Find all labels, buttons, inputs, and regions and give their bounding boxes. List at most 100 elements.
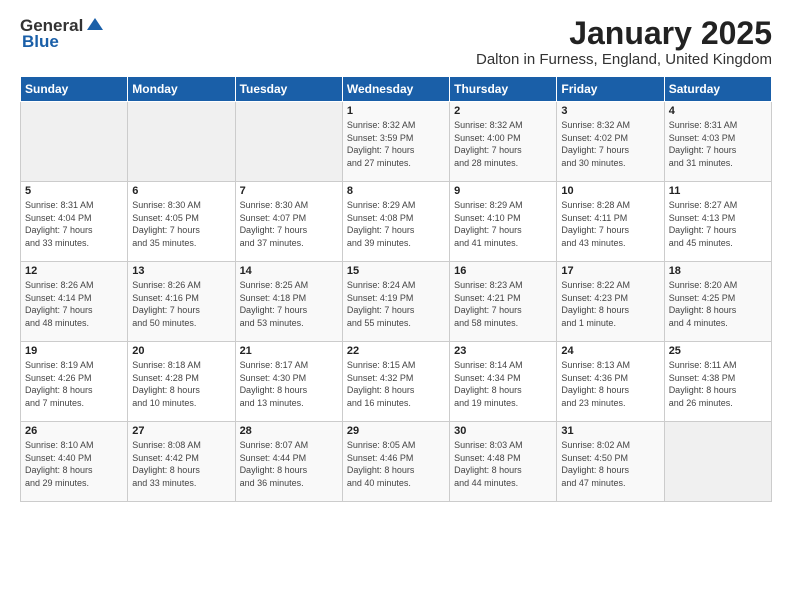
table-row: 14 Sunrise: 8:25 AM Sunset: 4:18 PM Dayli… — [235, 262, 342, 342]
table-row: 7 Sunrise: 8:30 AM Sunset: 4:07 PM Daylig… — [235, 182, 342, 262]
table-row — [235, 102, 342, 182]
day-info: Sunrise: 8:27 AM Sunset: 4:13 PM Dayligh… — [669, 199, 767, 249]
day-info: Sunrise: 8:23 AM Sunset: 4:21 PM Dayligh… — [454, 279, 552, 329]
day-number: 26 — [25, 425, 123, 437]
day-number: 21 — [240, 345, 338, 357]
table-row: 26 Sunrise: 8:10 AM Sunset: 4:40 PM Dayli… — [21, 422, 128, 502]
table-row: 5 Sunrise: 8:31 AM Sunset: 4:04 PM Daylig… — [21, 182, 128, 262]
day-number: 13 — [132, 265, 230, 277]
table-row: 28Sunrise: 8:07 AM Sunset: 4:44 PM Dayli… — [235, 422, 342, 502]
day-info: Sunrise: 8:31 AM Sunset: 4:03 PM Dayligh… — [669, 119, 767, 169]
table-row: 15 Sunrise: 8:24 AM Sunset: 4:19 PM Dayli… — [342, 262, 449, 342]
table-row: 8 Sunrise: 8:29 AM Sunset: 4:08 PM Daylig… — [342, 182, 449, 262]
day-number: 19 — [25, 345, 123, 357]
day-info: Sunrise: 8:26 AM Sunset: 4:16 PM Dayligh… — [132, 279, 230, 329]
day-number: 14 — [240, 265, 338, 277]
day-number: 15 — [347, 265, 445, 277]
day-info: Sunrise: 8:13 AM Sunset: 4:36 PM Dayligh… — [561, 359, 659, 409]
day-number: 4 — [669, 105, 767, 117]
calendar-week-row: 1Sunrise: 8:32 AM Sunset: 3:59 PM Daylig… — [21, 102, 772, 182]
day-number: 20 — [132, 345, 230, 357]
day-number: 24 — [561, 345, 659, 357]
table-row: 13 Sunrise: 8:26 AM Sunset: 4:16 PM Dayli… — [128, 262, 235, 342]
day-info: Sunrise: 8:15 AM Sunset: 4:32 PM Dayligh… — [347, 359, 445, 409]
header: General Blue January 2025 Dalton in Furn… — [20, 16, 772, 68]
day-info: Sunrise: 8:20 AM Sunset: 4:25 PM Dayligh… — [669, 279, 767, 329]
calendar-header-row: Sunday Monday Tuesday Wednesday Thursday… — [21, 77, 772, 102]
day-info: Sunrise: 8:29 AM Sunset: 4:08 PM Dayligh… — [347, 199, 445, 249]
table-row: 18 Sunrise: 8:20 AM Sunset: 4:25 PM Dayli… — [664, 262, 771, 342]
day-info: Sunrise: 8:30 AM Sunset: 4:07 PM Dayligh… — [240, 199, 338, 249]
day-info: Sunrise: 8:32 AM Sunset: 4:02 PM Dayligh… — [561, 119, 659, 169]
calendar-week-row: 12 Sunrise: 8:26 AM Sunset: 4:14 PM Dayli… — [21, 262, 772, 342]
table-row: 24 Sunrise: 8:13 AM Sunset: 4:36 PM Dayli… — [557, 342, 664, 422]
calendar-table: Sunday Monday Tuesday Wednesday Thursday… — [20, 76, 772, 502]
calendar-week-row: 19 Sunrise: 8:19 AM Sunset: 4:26 PM Dayli… — [21, 342, 772, 422]
day-info: Sunrise: 8:32 AM Sunset: 4:00 PM Dayligh… — [454, 119, 552, 169]
calendar-week-row: 26 Sunrise: 8:10 AM Sunset: 4:40 PM Dayli… — [21, 422, 772, 502]
header-monday: Monday — [128, 77, 235, 102]
table-row — [128, 102, 235, 182]
day-info: Sunrise: 8:05 AM Sunset: 4:46 PM Dayligh… — [347, 439, 445, 489]
day-number: 30 — [454, 425, 552, 437]
day-number: 10 — [561, 185, 659, 197]
day-info: Sunrise: 8:22 AM Sunset: 4:23 PM Dayligh… — [561, 279, 659, 329]
day-info: Sunrise: 8:29 AM Sunset: 4:10 PM Dayligh… — [454, 199, 552, 249]
day-number: 27 — [132, 425, 230, 437]
table-row: 3 Sunrise: 8:32 AM Sunset: 4:02 PM Daylig… — [557, 102, 664, 182]
day-number: 7 — [240, 185, 338, 197]
day-info: Sunrise: 8:08 AM Sunset: 4:42 PM Dayligh… — [132, 439, 230, 489]
day-number: 6 — [132, 185, 230, 197]
table-row — [664, 422, 771, 502]
header-thursday: Thursday — [450, 77, 557, 102]
day-info: Sunrise: 8:24 AM Sunset: 4:19 PM Dayligh… — [347, 279, 445, 329]
table-row: 12 Sunrise: 8:26 AM Sunset: 4:14 PM Dayli… — [21, 262, 128, 342]
day-info: Sunrise: 8:30 AM Sunset: 4:05 PM Dayligh… — [132, 199, 230, 249]
day-number: 31 — [561, 425, 659, 437]
day-info: Sunrise: 8:25 AM Sunset: 4:18 PM Dayligh… — [240, 279, 338, 329]
day-info: Sunrise: 8:18 AM Sunset: 4:28 PM Dayligh… — [132, 359, 230, 409]
page: General Blue January 2025 Dalton in Furn… — [0, 0, 792, 612]
day-number: 3 — [561, 105, 659, 117]
table-row: 19 Sunrise: 8:19 AM Sunset: 4:26 PM Dayli… — [21, 342, 128, 422]
day-number: 22 — [347, 345, 445, 357]
day-number: 12 — [25, 265, 123, 277]
day-number: 5 — [25, 185, 123, 197]
day-number: 25 — [669, 345, 767, 357]
table-row: 1Sunrise: 8:32 AM Sunset: 3:59 PM Daylig… — [342, 102, 449, 182]
table-row: 29 Sunrise: 8:05 AM Sunset: 4:46 PM Dayli… — [342, 422, 449, 502]
day-info: Sunrise: 8:32 AM Sunset: 3:59 PM Dayligh… — [347, 119, 445, 169]
logo-blue-text: Blue — [22, 32, 59, 52]
day-number: 2 — [454, 105, 552, 117]
day-number: 29 — [347, 425, 445, 437]
day-info: Sunrise: 8:19 AM Sunset: 4:26 PM Dayligh… — [25, 359, 123, 409]
day-info: Sunrise: 8:10 AM Sunset: 4:40 PM Dayligh… — [25, 439, 123, 489]
table-row — [21, 102, 128, 182]
day-info: Sunrise: 8:11 AM Sunset: 4:38 PM Dayligh… — [669, 359, 767, 409]
day-info: Sunrise: 8:17 AM Sunset: 4:30 PM Dayligh… — [240, 359, 338, 409]
header-wednesday: Wednesday — [342, 77, 449, 102]
table-row: 11 Sunrise: 8:27 AM Sunset: 4:13 PM Dayli… — [664, 182, 771, 262]
day-info: Sunrise: 8:26 AM Sunset: 4:14 PM Dayligh… — [25, 279, 123, 329]
day-number: 9 — [454, 185, 552, 197]
page-title: January 2025 — [476, 16, 772, 51]
logo: General Blue — [20, 16, 105, 52]
day-info: Sunrise: 8:31 AM Sunset: 4:04 PM Dayligh… — [25, 199, 123, 249]
header-sunday: Sunday — [21, 77, 128, 102]
table-row: 16 Sunrise: 8:23 AM Sunset: 4:21 PM Dayli… — [450, 262, 557, 342]
table-row: 6 Sunrise: 8:30 AM Sunset: 4:05 PM Daylig… — [128, 182, 235, 262]
header-tuesday: Tuesday — [235, 77, 342, 102]
table-row: 2 Sunrise: 8:32 AM Sunset: 4:00 PM Daylig… — [450, 102, 557, 182]
day-number: 18 — [669, 265, 767, 277]
title-block: January 2025 Dalton in Furness, England,… — [476, 16, 772, 68]
table-row: 4 Sunrise: 8:31 AM Sunset: 4:03 PM Daylig… — [664, 102, 771, 182]
day-info: Sunrise: 8:02 AM Sunset: 4:50 PM Dayligh… — [561, 439, 659, 489]
day-number: 16 — [454, 265, 552, 277]
table-row: 9 Sunrise: 8:29 AM Sunset: 4:10 PM Daylig… — [450, 182, 557, 262]
page-subtitle: Dalton in Furness, England, United Kingd… — [476, 51, 772, 68]
day-info: Sunrise: 8:03 AM Sunset: 4:48 PM Dayligh… — [454, 439, 552, 489]
header-friday: Friday — [557, 77, 664, 102]
day-number: 8 — [347, 185, 445, 197]
day-number: 11 — [669, 185, 767, 197]
header-saturday: Saturday — [664, 77, 771, 102]
